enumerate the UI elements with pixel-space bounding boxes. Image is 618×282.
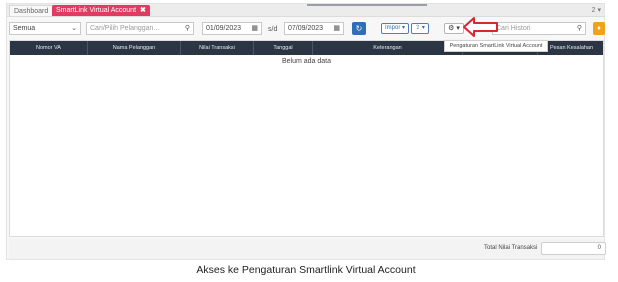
tab-smartlink-va[interactable]: SmartLink Virtual Account ✖ <box>52 5 150 16</box>
red-arrow-annotation <box>463 17 498 37</box>
close-icon[interactable]: ✖ <box>140 7 146 14</box>
history-search-placeholder: Cari Histori <box>496 25 531 32</box>
top-shade <box>307 4 427 6</box>
date-to-field[interactable]: 07/09/2023 ▦ <box>284 22 344 35</box>
tab-dashboard[interactable]: Dashboard <box>9 5 54 16</box>
column-header[interactable]: Nama Pelanggan <box>88 41 181 55</box>
import-button[interactable]: Impor ▾ <box>381 23 410 34</box>
total-value-field: 0 <box>541 242 606 255</box>
lightbulb-button[interactable]: ♦ <box>593 22 605 35</box>
figure-caption: Akses ke Pengaturan Smartlink Virtual Ac… <box>196 264 416 276</box>
column-header[interactable]: Nomor VA <box>10 41 88 55</box>
search-icon[interactable]: ⚲ <box>185 23 190 34</box>
date-from-field[interactable]: 01/09/2023 ▦ <box>202 22 262 35</box>
search-icon[interactable]: ⚲ <box>577 23 582 34</box>
column-header[interactable]: Nilai Transaksi <box>181 41 254 55</box>
tab-bar: Dashboard SmartLink Virtual Account ✖ 2 ▾ <box>7 4 604 17</box>
export-button[interactable]: ⇪ ▾ <box>411 23 429 34</box>
empty-table-message: Belum ada data <box>281 58 332 65</box>
calendar-icon[interactable]: ▦ <box>251 23 258 34</box>
customer-search-placeholder: Cari/Pilih Pelanggan... <box>90 25 160 32</box>
date-to-value: 07/09/2023 <box>288 25 324 32</box>
column-header[interactable]: Tanggal <box>254 41 313 55</box>
customer-search-input[interactable]: Cari/Pilih Pelanggan... ⚲ <box>86 22 194 35</box>
history-search-input[interactable]: Cari Histori ⚲ <box>492 22 586 35</box>
column-header[interactable]: Pesan Kesalahan <box>538 41 605 55</box>
column-header[interactable]: Keterangan <box>313 41 463 55</box>
lightbulb-icon: ♦ <box>597 25 601 32</box>
data-table: Nomor VA Nama Pelanggan Nilai Transaksi … <box>9 40 604 237</box>
table-footer: Total Nilai Transaksi 0 <box>9 239 606 259</box>
calendar-icon[interactable]: ▦ <box>333 23 340 34</box>
status-select[interactable]: Semua ⌄ <box>9 22 81 35</box>
tab-count-dropdown[interactable]: 2 ▾ <box>592 5 601 16</box>
app-window: Dashboard SmartLink Virtual Account ✖ 2 ▾… <box>6 3 606 260</box>
date-separator: s/d <box>268 26 278 33</box>
settings-tooltip: Pengaturan SmartLink Virtual Account <box>444 40 548 52</box>
toolbar: Semua ⌄ Cari/Pilih Pelanggan... ⚲ 01/09/… <box>7 18 605 39</box>
refresh-icon: ↻ <box>355 24 363 33</box>
status-select-value: Semua <box>13 25 36 32</box>
total-label: Total Nilai Transaksi <box>484 245 538 251</box>
chevron-down-icon: ⌄ <box>71 25 77 32</box>
tab-label: SmartLink Virtual Account <box>56 7 137 14</box>
settings-gear-button[interactable]: ⚙ ▾ <box>444 23 464 34</box>
date-from-value: 01/09/2023 <box>206 25 242 32</box>
refresh-button[interactable]: ↻ <box>352 22 366 35</box>
